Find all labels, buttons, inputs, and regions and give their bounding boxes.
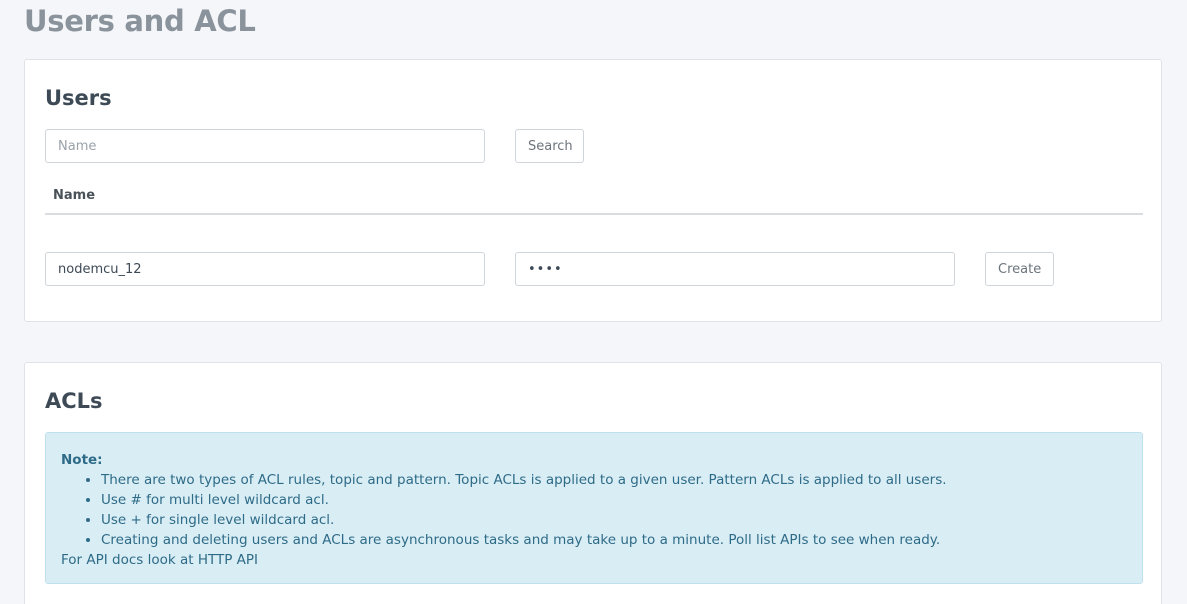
acl-note-box: Note: There are two types of ACL rules, … [45, 432, 1143, 584]
page-title: Users and ACL [24, 4, 256, 38]
api-docs-note: For API docs look at HTTP API [61, 552, 259, 568]
acls-card: ACLs Note: There are two types of ACL ru… [24, 362, 1162, 604]
user-search-input[interactable] [45, 129, 485, 163]
search-button[interactable]: Search [515, 129, 584, 163]
new-password-input[interactable] [515, 252, 955, 286]
note-item: Use + for single level wildcard acl. [101, 510, 1127, 530]
users-table-header: Name [45, 180, 1143, 215]
column-header-name: Name [53, 188, 96, 203]
users-card: Users Search Name Create [24, 59, 1162, 322]
note-label: Note: [61, 452, 103, 468]
note-item: Use # for multi level wildcard acl. [101, 490, 1127, 510]
note-item: Creating and deleting users and ACLs are… [101, 530, 1127, 550]
create-user-button[interactable]: Create [985, 252, 1054, 286]
page: Users and ACL Users Search Name Create A… [0, 0, 1187, 604]
users-title: Users [45, 86, 112, 110]
new-username-input[interactable] [45, 252, 485, 286]
note-item: There are two types of ACL rules, topic … [101, 470, 1127, 490]
acls-title: ACLs [45, 389, 103, 413]
note-list: There are two types of ACL rules, topic … [61, 470, 1127, 550]
